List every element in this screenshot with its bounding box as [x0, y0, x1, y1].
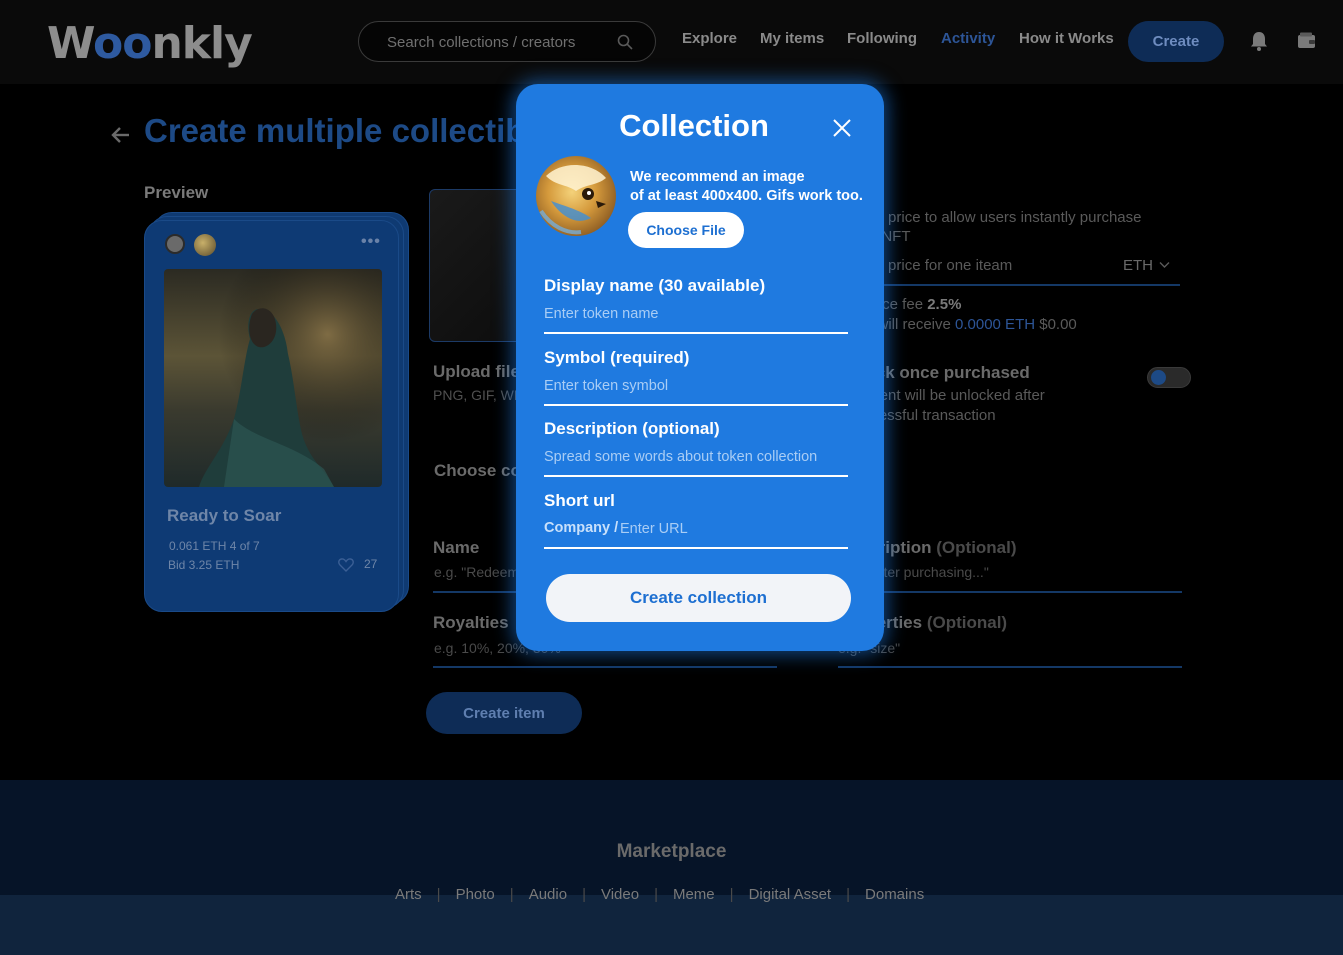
more-options-icon[interactable]: •••: [361, 233, 381, 251]
footer-link-video[interactable]: Video: [601, 886, 639, 903]
back-arrow-icon[interactable]: [110, 124, 132, 146]
receive-usd: $0.00: [1039, 316, 1077, 333]
nav-my-items[interactable]: My items: [760, 30, 824, 47]
footer-link-digital-asset[interactable]: Digital Asset: [749, 886, 832, 903]
short-url-input[interactable]: [620, 518, 848, 540]
service-fee-value: 2.5%: [927, 296, 962, 313]
footer-separator: |: [582, 886, 586, 903]
create-item-button[interactable]: Create item: [426, 692, 582, 734]
symbol-underline: [544, 404, 848, 406]
properties-optional-tag: (Optional): [926, 613, 1008, 632]
footer-bottom-bar: [0, 895, 1343, 955]
close-icon[interactable]: [832, 118, 852, 138]
card-item-name: Ready to Soar: [167, 506, 282, 525]
description-modal-underline: [544, 475, 848, 477]
currency-select[interactable]: ETH: [1123, 257, 1153, 274]
royalties-label: Royalties: [433, 613, 509, 632]
card-likes-count: 27: [364, 557, 378, 571]
properties-underline: [838, 666, 1182, 668]
page-title: Create multiple collectible: [144, 112, 553, 149]
preview-card-stack: ••• Ready to Soar 0.061 ETH 4 of 7 Bid 3…: [144, 212, 409, 612]
image-recommendation: We recommend an image of at least 400x40…: [630, 168, 863, 206]
collection-avatar: [536, 156, 616, 236]
short-url-underline: [544, 547, 848, 549]
toggle-knob: [1151, 370, 1166, 385]
create-collection-button[interactable]: Create collection: [546, 574, 851, 622]
description-modal-input[interactable]: [544, 446, 848, 468]
symbol-input[interactable]: [544, 375, 848, 397]
symbol-label: Symbol (required): [544, 348, 690, 367]
nav-activity[interactable]: Activity: [941, 30, 995, 47]
artwork-image: [164, 269, 382, 487]
heart-icon[interactable]: [338, 557, 354, 572]
name-label: Name: [433, 538, 480, 557]
upload-title: Upload file: [433, 362, 520, 381]
preview-label: Preview: [144, 183, 209, 202]
nav-explore[interactable]: Explore: [682, 30, 737, 47]
search-icon[interactable]: [617, 34, 633, 50]
nav-following[interactable]: Following: [847, 30, 917, 47]
footer-marketplace-title: Marketplace: [616, 841, 727, 862]
footer-separator: |: [846, 886, 851, 903]
description-underline: [838, 591, 1182, 593]
recommend-line-2: of at least 400x400. Gifs work too.: [630, 188, 863, 204]
price-hint-line-1: Enter price to allow users instantly pur…: [848, 209, 1142, 226]
owner-avatar[interactable]: [194, 234, 216, 256]
display-name-underline: [544, 332, 848, 334]
search-input[interactable]: [387, 31, 607, 53]
choose-file-button[interactable]: Choose File: [628, 212, 744, 248]
header-create-button[interactable]: Create: [1128, 21, 1224, 62]
recommend-line-1: We recommend an image: [630, 169, 805, 185]
modal-title: Collection: [619, 108, 769, 143]
card-bid: Bid 3.25 ETH: [168, 558, 240, 572]
short-url-prefix: Company /: [544, 520, 619, 536]
display-name-label: Display name (30 available): [544, 276, 766, 295]
description-modal-label: Description (optional): [544, 419, 720, 438]
footer-link-domains[interactable]: Domains: [865, 886, 924, 903]
logo[interactable]: Woonkly: [47, 18, 253, 69]
footer-link-meme[interactable]: Meme: [673, 886, 715, 903]
footer-separator: |: [436, 886, 441, 903]
creator-avatar[interactable]: [165, 234, 185, 254]
footer-separator: |: [729, 886, 734, 903]
chevron-down-icon[interactable]: [1159, 261, 1170, 269]
royalties-underline: [433, 666, 777, 668]
card-price: 0.061 ETH 4 of 7: [169, 539, 260, 553]
description-optional-tag: (Optional): [936, 538, 1017, 557]
footer-link-photo[interactable]: Photo: [456, 886, 495, 903]
wallet-icon[interactable]: [1297, 32, 1316, 49]
nav-how-it-works[interactable]: How it Works: [1019, 30, 1114, 47]
preview-card[interactable]: ••• Ready to Soar 0.061 ETH 4 of 7 Bid 3…: [144, 220, 399, 612]
top-header: Woonkly Explore My items Following Activ…: [0, 0, 1343, 84]
unlock-toggle[interactable]: [1147, 367, 1191, 388]
bell-icon[interactable]: [1250, 31, 1268, 51]
footer-link-arts[interactable]: Arts: [395, 886, 422, 903]
search-bar: [358, 21, 656, 62]
footer: [0, 780, 1343, 895]
receive-eth: 0.0000 ETH: [955, 316, 1036, 333]
short-url-label: Short url: [544, 491, 615, 510]
footer-separator: |: [654, 886, 658, 903]
collection-modal: Collection We recommend an image of at l…: [516, 84, 884, 651]
footer-links: Arts | Photo | Audio | Video | Meme | Digital…: [395, 886, 924, 903]
footer-link-audio[interactable]: Audio: [529, 886, 567, 903]
footer-separator: |: [509, 886, 514, 903]
price-underline: [838, 284, 1180, 286]
display-name-input[interactable]: [544, 303, 848, 325]
